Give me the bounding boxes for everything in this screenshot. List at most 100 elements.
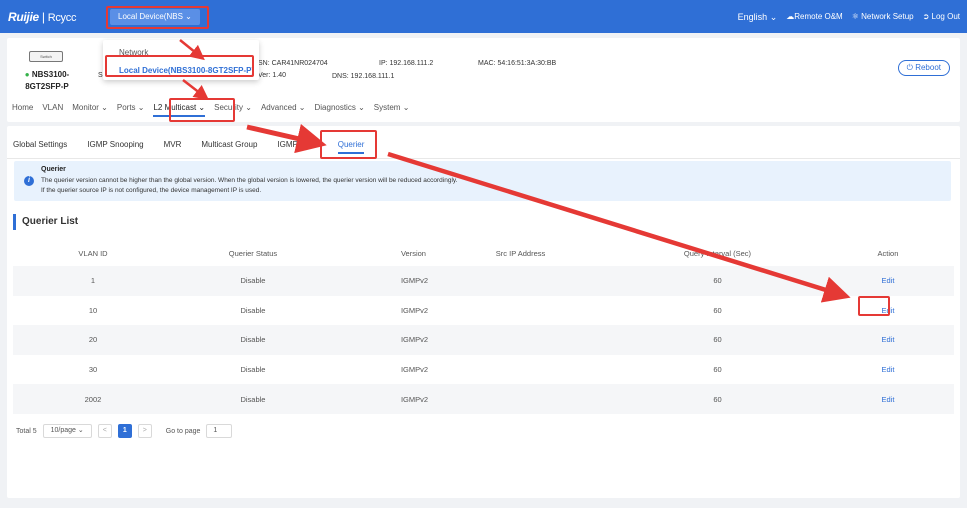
tab-multicast-group[interactable]: Multicast Group xyxy=(201,140,257,154)
cell-version: IGMPv2 xyxy=(332,384,429,414)
nav-system-label: System xyxy=(373,103,401,112)
edit-link[interactable]: Edit xyxy=(882,335,895,344)
remote-om-label: Remote O&M xyxy=(794,12,843,21)
cell-version: IGMPv2 xyxy=(332,325,429,355)
cell-vlan: 10 xyxy=(88,305,98,315)
edit-link[interactable]: Edit xyxy=(882,365,895,374)
cell-interval: 60 xyxy=(613,266,822,296)
annotation-box-device-select xyxy=(106,6,209,29)
device-dns: DNS: 192.168.111.1 xyxy=(332,73,395,80)
cell-status: Disable xyxy=(172,325,333,355)
cell-status: Disable xyxy=(240,365,266,375)
tab-igmp-filter[interactable]: IGMP Filter xyxy=(277,140,317,154)
goto-page-input[interactable]: 1 xyxy=(206,424,233,438)
network-setup-label: Network Setup xyxy=(861,12,914,21)
table-header-row: VLAN ID Querier Status Version Src IP Ad… xyxy=(13,240,954,266)
tab-igmp-snooping[interactable]: IGMP Snooping xyxy=(87,140,143,154)
logo-text: Ruijie xyxy=(8,10,39,24)
notice-title: Querier xyxy=(41,166,66,173)
chevron-down-icon: ⌄ xyxy=(402,103,410,112)
tab-mvr[interactable]: MVR xyxy=(164,140,182,154)
nav-ports[interactable]: Ports ⌄ xyxy=(117,103,145,117)
nav-home[interactable]: Home xyxy=(12,103,33,117)
cell-vlan: 2002 xyxy=(13,384,173,414)
device-name: ● NBS3100-8GT2SFP-P xyxy=(17,69,77,93)
nav-monitor[interactable]: Monitor ⌄ xyxy=(72,103,108,117)
cell-interval: 60 xyxy=(713,305,722,315)
status-dot-icon: ● xyxy=(24,70,30,79)
annotation-box-edit xyxy=(858,296,890,316)
section-title: Querier List xyxy=(13,214,78,230)
partial-label: S xyxy=(98,72,103,79)
cell-interval: 60 xyxy=(613,325,822,355)
cell-vlan: 30 xyxy=(88,365,98,375)
goto-page-label: Go to page xyxy=(165,427,201,435)
col-src-ip: Src IP Address xyxy=(495,248,546,258)
cell-src-ip xyxy=(428,384,613,414)
annotation-box-querier-tab xyxy=(320,130,377,159)
reboot-label: Reboot xyxy=(915,63,941,72)
tab-divider xyxy=(7,158,960,159)
col-querier-status: Querier Status xyxy=(228,248,278,258)
sub-tabs: Global Settings IGMP Snooping MVR Multic… xyxy=(13,140,365,154)
chevron-down-icon: ⌄ xyxy=(101,103,108,112)
logout-label: Log Out xyxy=(931,12,960,21)
device-mac: MAC: 54:16:51:3A:30:BB xyxy=(478,60,557,67)
remote-om-link[interactable]: ☁Remote O&M xyxy=(786,12,842,23)
reboot-button[interactable]: ⏻ Reboot xyxy=(897,60,950,76)
cell-action: Edit xyxy=(821,384,954,414)
nav-vlan[interactable]: VLAN xyxy=(42,103,63,117)
cell-status: Disable xyxy=(172,384,333,414)
cell-src-ip xyxy=(428,325,613,355)
tab-global-settings[interactable]: Global Settings xyxy=(13,140,67,154)
cell-vlan: 20 xyxy=(13,325,173,355)
table-row: 2002 Disable IGMPv2 60 Edit xyxy=(13,384,954,414)
page-size-select[interactable]: 10/page ⌄ xyxy=(42,424,92,438)
language-select[interactable]: English ⌄ xyxy=(738,12,778,23)
col-query-interval: Query Interval (Sec) xyxy=(683,248,752,258)
annotation-box-local-device xyxy=(105,55,254,77)
nav-ports-label: Ports xyxy=(116,103,136,112)
next-page-button[interactable]: > xyxy=(137,424,152,438)
logout-link[interactable]: ➲ Log Out xyxy=(923,12,960,23)
main-content: Global Settings IGMP Snooping MVR Multic… xyxy=(7,126,960,498)
page-size-label: 10/page xyxy=(50,427,76,434)
logo-separator: | xyxy=(41,10,45,24)
brand-logo: Ruijie | Rcycc xyxy=(8,10,76,24)
network-setup-link[interactable]: ⚛ Network Setup xyxy=(852,12,914,23)
prev-page-button[interactable]: < xyxy=(97,424,112,438)
table-row: 20 Disable IGMPv2 60 Edit xyxy=(13,325,954,355)
querier-table: VLAN ID Querier Status Version Src IP Ad… xyxy=(13,240,954,414)
current-page-button[interactable]: 1 xyxy=(117,424,132,438)
pagination: Total 5 10/page ⌄ < 1 > Go to page 1 xyxy=(16,424,233,438)
nav-diagnostics[interactable]: Diagnostics ⌄ xyxy=(314,103,364,117)
info-notice: i Querier The querier version cannot be … xyxy=(14,161,951,201)
logout-icon: ➲ xyxy=(922,12,930,21)
nav-advanced[interactable]: Advanced ⌄ xyxy=(261,103,306,117)
table-row: 1 Disable IGMPv2 60 Edit xyxy=(13,266,954,296)
table-row: 10 Disable IGMPv2 60 Edit xyxy=(13,296,954,326)
header-actions: English ⌄ ☁Remote O&M ⚛ Network Setup ➲ … xyxy=(738,12,960,23)
power-icon: ⏻ xyxy=(906,63,913,72)
notice-line-1: The querier version cannot be higher tha… xyxy=(41,177,458,184)
device-name-text: NBS3100-8GT2SFP-P xyxy=(25,70,70,91)
device-sn: SN: CAR41NR024704 xyxy=(258,60,328,67)
edit-link[interactable]: Edit xyxy=(882,395,895,404)
device-ip: IP: 192.168.111.2 xyxy=(379,60,434,67)
network-icon: ⚛ xyxy=(851,12,859,21)
cell-status: Disable xyxy=(172,266,333,296)
chevron-down-icon: ⌄ xyxy=(137,103,145,112)
info-icon: i xyxy=(24,176,34,186)
annotation-box-l2-multicast xyxy=(169,98,235,122)
table-row: 30 Disable IGMPv2 60 Edit xyxy=(13,355,954,385)
pagination-total: Total 5 xyxy=(16,427,37,435)
col-vlan-id: VLAN ID xyxy=(78,248,108,258)
device-ver: Ver: 1.40 xyxy=(258,72,287,79)
edit-link[interactable]: Edit xyxy=(882,276,895,285)
chevron-down-icon: ⌄ xyxy=(245,103,252,112)
cell-action: Edit xyxy=(821,325,954,355)
cell-src-ip xyxy=(428,355,613,385)
cell-version: IGMPv2 xyxy=(400,365,429,375)
cell-version: IGMPv2 xyxy=(332,266,429,296)
nav-system[interactable]: System ⌄ xyxy=(374,103,410,117)
